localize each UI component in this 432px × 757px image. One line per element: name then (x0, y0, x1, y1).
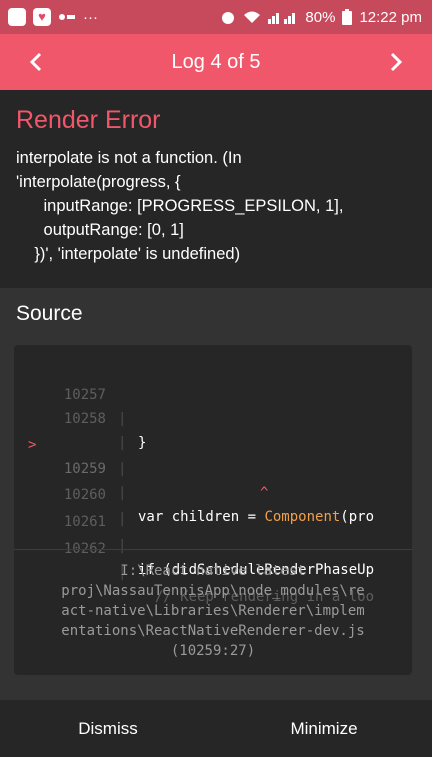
wifi-icon (243, 10, 261, 24)
error-title: Render Error (16, 106, 161, 134)
source-section: Source 10257 | } 10258 | > 10259 | var c… (0, 288, 432, 700)
code-line: 10258 | (14, 383, 412, 451)
minimize-button[interactable]: Minimize (216, 700, 432, 757)
code-line: 10261 | if (didScheduleRenderPhaseUp (14, 486, 412, 578)
source-file-path[interactable]: I:\React native latest proj\NassauTennis… (24, 561, 402, 661)
alarm-icon (220, 9, 236, 25)
error-message: interpolate is not a function. (In 'inte… (16, 149, 344, 263)
source-title: Source (16, 302, 83, 325)
code-line: 10257 | } (14, 359, 412, 451)
signal-icon (268, 10, 298, 24)
code-line: 10262 | // Keep rendering in a loo (14, 513, 412, 605)
heart-app-icon: ♥ (33, 8, 51, 26)
battery-icon (342, 9, 353, 25)
clock: 12:22 pm (359, 8, 422, 26)
previous-log-button[interactable] (8, 34, 64, 90)
error-header: Render Error interpolate is not a functi… (0, 90, 432, 288)
divider (14, 549, 412, 550)
log-counter-title: Log 4 of 5 (171, 50, 261, 73)
code-line: 10260 | (14, 459, 412, 527)
code-line: | ^ (14, 433, 412, 501)
chevron-right-icon (390, 52, 403, 72)
app-notification-icon (8, 8, 26, 26)
notification-icon (58, 11, 76, 23)
log-navigation-bar: Log 4 of 5 (0, 34, 432, 90)
code-frame[interactable]: 10257 | } 10258 | > 10259 | var children… (14, 345, 412, 675)
footer-actions: Dismiss Minimize (0, 700, 432, 757)
battery-percent: 80% (305, 8, 336, 26)
status-bar: ♥ ··· 80% 12:22 pm (0, 0, 432, 34)
dismiss-button[interactable]: Dismiss (0, 700, 216, 757)
chevron-left-icon (29, 52, 42, 72)
more-notifications-indicator: ··· (83, 8, 98, 26)
code-line-highlighted: > 10259 | var children = Component(pro (14, 409, 412, 525)
next-log-button[interactable] (368, 34, 424, 90)
